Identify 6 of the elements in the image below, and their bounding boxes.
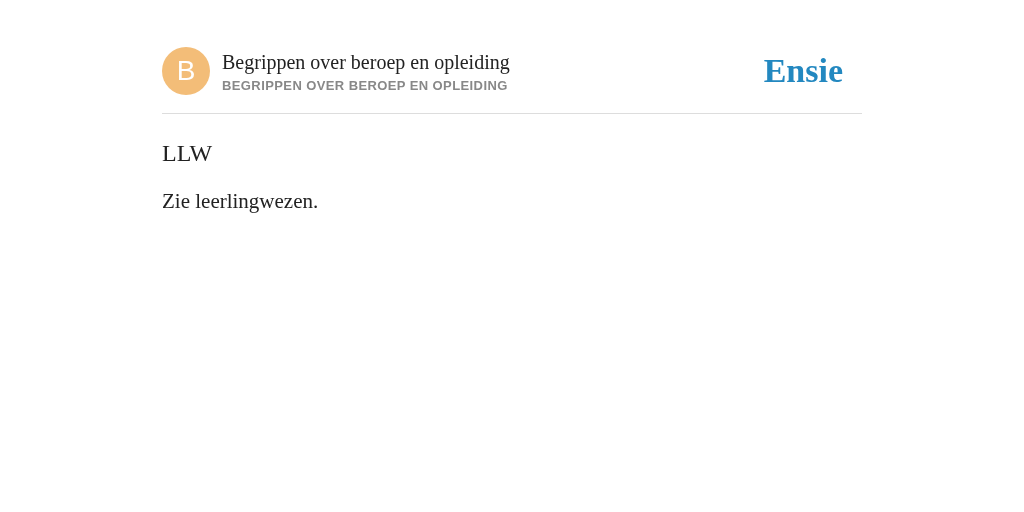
avatar: B bbox=[162, 47, 210, 95]
category-title[interactable]: Begrippen over beroep en opleiding bbox=[222, 49, 752, 74]
definition-text: Zie leerlingwezen. bbox=[162, 189, 320, 214]
term-heading: LLW bbox=[162, 140, 214, 167]
category-subtitle: BEGRIPPEN OVER BEROEP EN OPLEIDING bbox=[222, 77, 509, 93]
logo[interactable]: Ensie bbox=[763, 52, 843, 90]
